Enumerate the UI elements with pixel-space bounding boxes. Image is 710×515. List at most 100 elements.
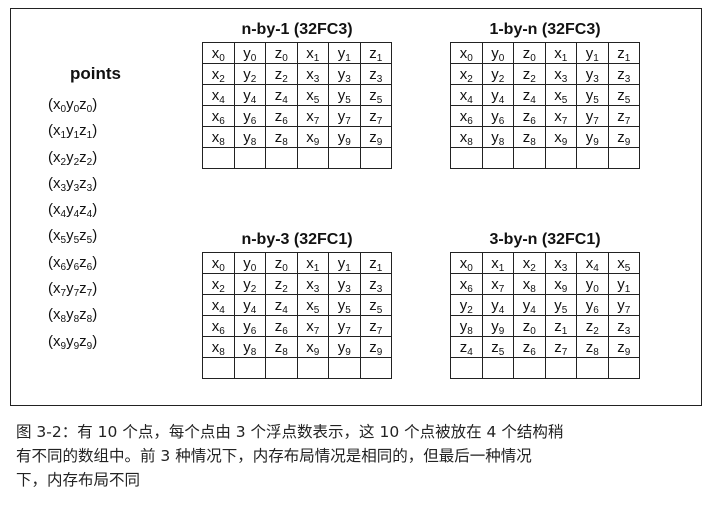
cell-subscript: 9 (345, 346, 351, 358)
grid-row: x0 y0 z0 x1 y1 z1 (450, 42, 640, 64)
grid-cell: x8 (202, 126, 235, 148)
grid-cell: y2 (233, 273, 266, 295)
cell-subscript: 5 (624, 94, 631, 106)
cell-variable: y (491, 296, 499, 314)
cell-subscript: 8 (219, 136, 225, 148)
cell-subscript: 7 (561, 115, 568, 127)
grid-cell (607, 357, 640, 379)
cell-subscript: 2 (219, 73, 225, 85)
cell-variable: z (617, 44, 625, 62)
grid-cell: y0 (233, 252, 266, 274)
grid-cell: z4 (265, 84, 298, 106)
cell-subscript: 6 (219, 325, 225, 337)
cell-variable: z (369, 65, 377, 83)
grid-cell: x3 (296, 63, 329, 85)
cell-variable: x (306, 65, 314, 83)
cell-variable: x (491, 275, 499, 293)
grid-cell: z9 (359, 336, 392, 358)
cell-subscript: 5 (376, 304, 383, 316)
cell-variable: x (491, 254, 499, 272)
grid-cell: z0 (513, 42, 546, 64)
data-grid: x0 y0 z0 x1 y1 z1 x2 y2 z2 x3 y3 z3 x4 y4 z4 x5 y5 z5 x6 y6… (202, 42, 392, 169)
cell-variable: x (306, 275, 314, 293)
cell-variable: x (306, 338, 314, 356)
grid-cell (233, 147, 266, 169)
cell-subscript: 1 (313, 262, 320, 274)
grid-cell: y4 (233, 294, 266, 316)
point-item: (x6y6z6) (48, 250, 158, 276)
grid-cell: y4 (513, 294, 546, 316)
cell-subscript: 6 (250, 115, 257, 127)
cell-subscript: 4 (282, 94, 288, 106)
grid-cell: y6 (233, 315, 266, 337)
cell-subscript: 9 (376, 346, 383, 358)
cell-variable: z (617, 107, 625, 125)
cell-subscript: 5 (313, 94, 320, 106)
grid-cell: y4 (481, 84, 514, 106)
grid-cell: y5 (328, 84, 361, 106)
cell-variable: z (369, 296, 377, 314)
cell-subscript: 0 (219, 52, 225, 64)
grid-cell: x5 (607, 252, 640, 274)
cell-subscript: 7 (624, 115, 631, 127)
cell-subscript: 5 (345, 94, 351, 106)
cell-subscript: 1 (624, 283, 631, 295)
cell-variable: z (369, 107, 377, 125)
point-token: y (66, 174, 74, 192)
cell-subscript: 5 (313, 304, 320, 316)
cell-variable: y (491, 65, 499, 83)
grid-cell: y1 (576, 42, 609, 64)
grid-cell: z0 (265, 42, 298, 64)
cell-subscript: 9 (624, 136, 631, 148)
cell-subscript: 4 (467, 94, 473, 106)
grid-cell: y1 (607, 273, 640, 295)
grid-cell: z7 (544, 336, 577, 358)
data-grid: x0 y0 z0 x1 y1 z1 x2 y2 z2 x3 y3 z3 x4 y4 z4 x5 y5 z5 x6 y6… (202, 252, 392, 379)
cell-subscript: 6 (530, 115, 536, 127)
grid-cell (296, 147, 329, 169)
cell-subscript: 9 (345, 136, 351, 148)
grid-cell: z6 (265, 105, 298, 127)
panel-title: n-by-3 (32FC1) (241, 231, 353, 248)
cell-variable: x (554, 65, 562, 83)
cell-subscript: 8 (282, 136, 288, 148)
cell-subscript: 1 (345, 262, 351, 274)
cell-variable: y (617, 275, 625, 293)
cell-subscript: 2 (530, 262, 536, 274)
cell-subscript: 1 (376, 262, 383, 274)
cell-subscript: 7 (376, 115, 383, 127)
grid-cell: y3 (328, 63, 361, 85)
grid-cell: y6 (481, 105, 514, 127)
cell-variable: z (491, 338, 499, 356)
grid-cell (544, 147, 577, 169)
grid-cell: x6 (202, 315, 235, 337)
grid-row (450, 147, 640, 169)
cell-variable: z (617, 86, 625, 104)
cell-subscript: 8 (219, 346, 225, 358)
grid-cell: y2 (481, 63, 514, 85)
grid-cell: y8 (233, 336, 266, 358)
grid-cell: x8 (202, 336, 235, 358)
grid-cell: x1 (296, 42, 329, 64)
grid-cell (265, 147, 298, 169)
cell-subscript: 4 (498, 304, 505, 316)
point-token: z (79, 253, 87, 271)
cell-subscript: 3 (376, 283, 383, 295)
cell-subscript: 6 (530, 346, 536, 358)
point-token: z (79, 96, 87, 113)
grid-row: x2 y2 z2 x3 y3 z3 (202, 273, 392, 295)
point-item: (x2y2z2) (48, 145, 158, 171)
cell-subscript: 6 (593, 304, 599, 316)
cell-subscript: 4 (250, 304, 257, 316)
point-item: (x0y0z0) (48, 92, 158, 118)
cell-subscript: 2 (250, 283, 257, 295)
cell-subscript: 4 (498, 94, 505, 106)
cell-subscript: 0 (250, 52, 257, 64)
grid-cell (296, 357, 329, 379)
grid-cell: y9 (328, 126, 361, 148)
point-token: (x (48, 201, 61, 219)
grid-cell (450, 147, 483, 169)
grid-cell: x9 (296, 126, 329, 148)
cell-subscript: 0 (282, 52, 288, 64)
point-token: y (66, 201, 74, 219)
